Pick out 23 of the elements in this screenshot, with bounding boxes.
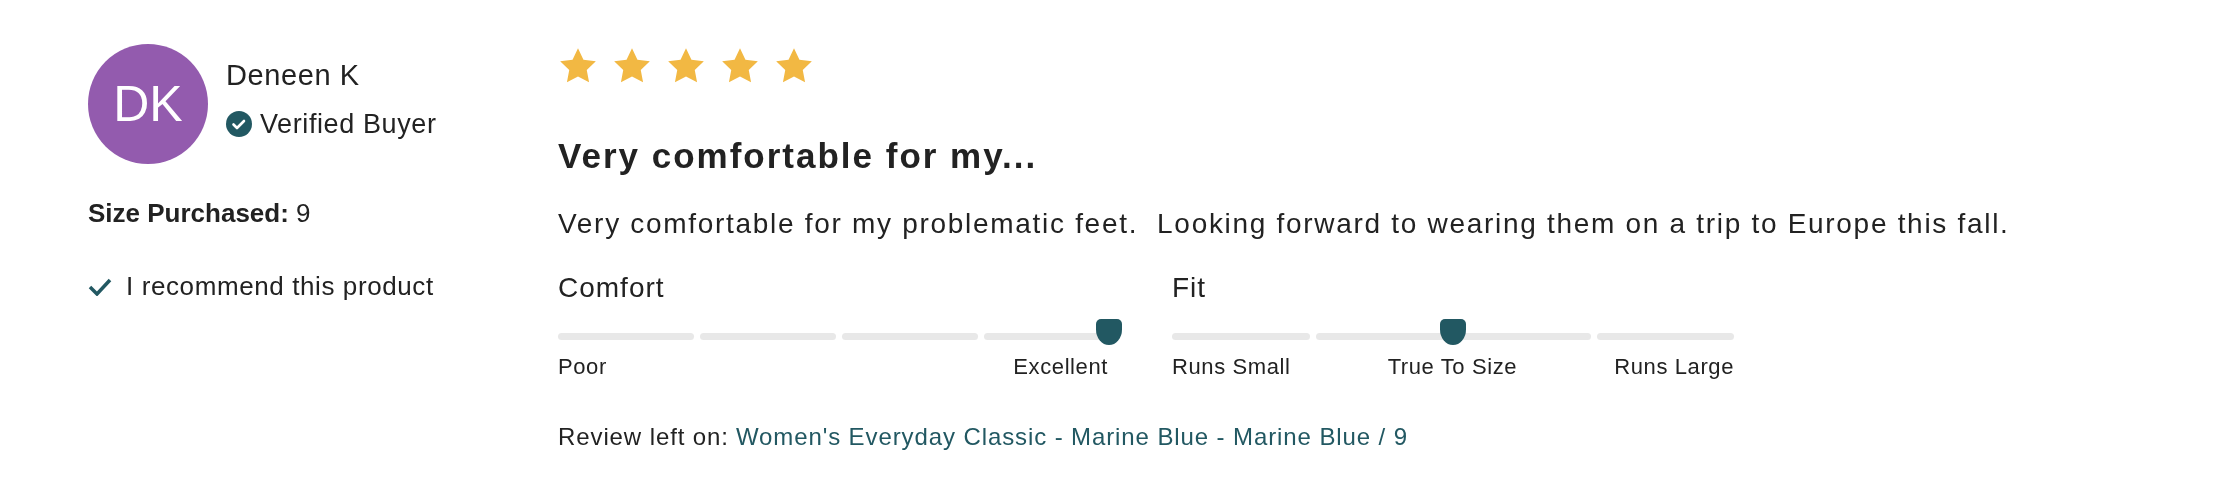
verified-label: Verified Buyer: [260, 107, 437, 141]
verified-check-icon: [226, 110, 252, 137]
star-icon: [666, 47, 706, 85]
scale-label: Excellent: [1013, 352, 1108, 381]
review-body: Very comfortable for my problematic feet. Looking forward to wearing them on a trip to Europe this fall.: [558, 206, 2010, 241]
star-icon: [558, 47, 598, 85]
size-purchased: Size Purchased: 9: [88, 197, 312, 230]
scale-label: Runs Small: [1172, 352, 1291, 381]
star-icon: [612, 47, 652, 85]
star-icon: [774, 47, 814, 85]
review-left-label: Review left on:: [558, 421, 729, 452]
scale-title: Comfort: [558, 270, 666, 305]
scale-label: Runs Large: [1614, 352, 1734, 381]
check-icon: [88, 277, 112, 296]
recommend-text: I recommend this product: [126, 270, 434, 303]
reviewer-name: Deneen K: [226, 58, 361, 93]
scale-label: Poor: [558, 352, 607, 381]
star-icon: [720, 47, 760, 85]
avatar: DK: [88, 44, 208, 164]
review-title: Very comfortable for my...: [558, 135, 1039, 177]
scale-label: True To Size: [1387, 352, 1518, 381]
scale-title: Fit: [1172, 270, 1208, 305]
product-link[interactable]: Women's Everyday Classic - Marine Blue - Marine Blue / 9: [735, 418, 1408, 455]
